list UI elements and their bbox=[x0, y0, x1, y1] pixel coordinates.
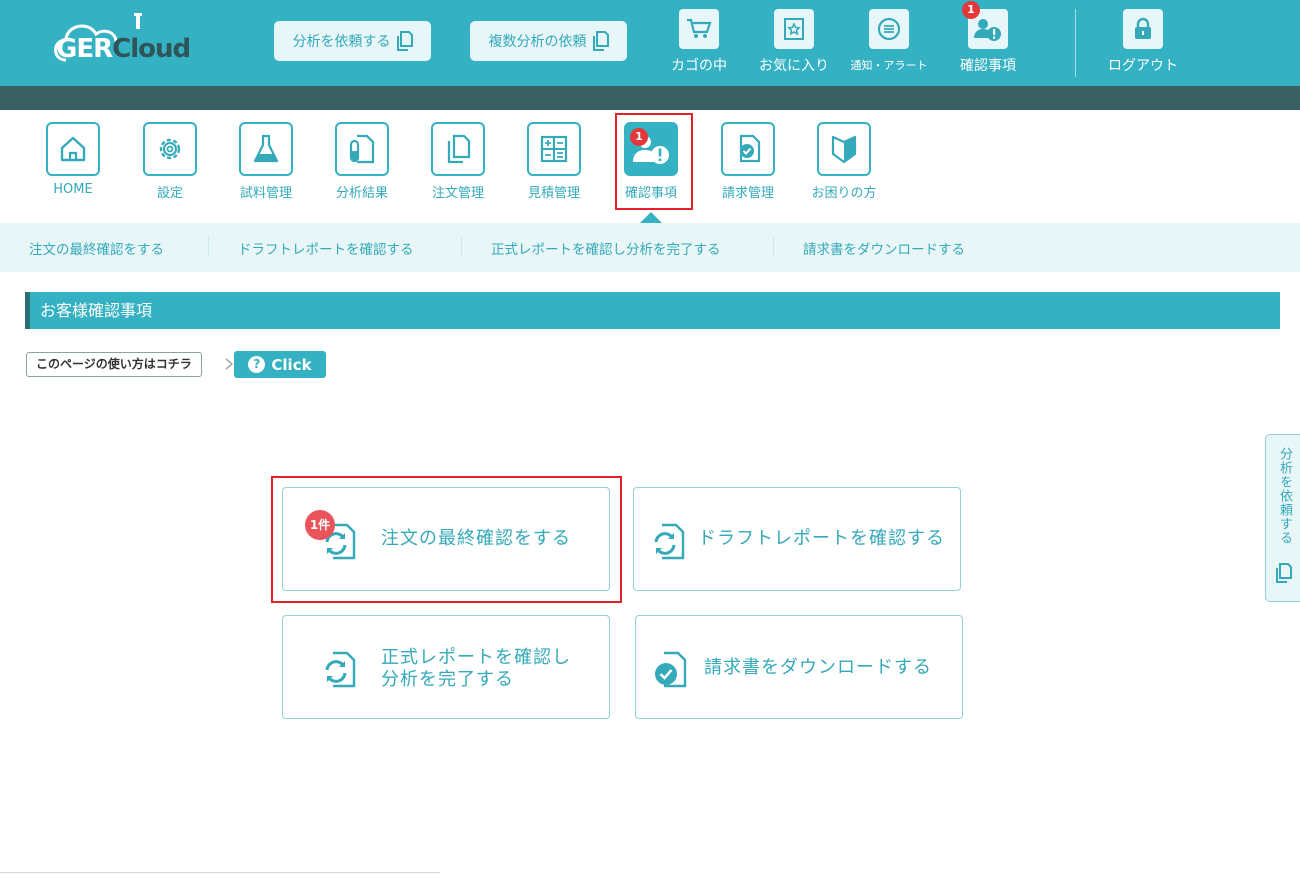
footer-divider bbox=[0, 872, 440, 873]
flask-icon bbox=[253, 134, 279, 163]
help-click-label: Click bbox=[271, 355, 312, 374]
refresh-doc-icon bbox=[654, 523, 685, 560]
card-official-report-label: 正式レポートを確認し 分析を完了する bbox=[381, 647, 571, 691]
favorite-icon bbox=[784, 18, 804, 40]
nav-billing-label: 請求管理 bbox=[721, 186, 774, 201]
test-tube-doc-icon bbox=[349, 134, 375, 164]
header-divider bbox=[1075, 9, 1076, 77]
gear-icon bbox=[159, 138, 181, 160]
copy-docs-icon bbox=[592, 31, 609, 51]
ger-cloud-logo[interactable]: GERCloud bbox=[48, 12, 198, 72]
nav-item-settings[interactable]: 設定 bbox=[125, 122, 215, 201]
cart-box bbox=[679, 9, 719, 49]
favorite-label: お気に入り bbox=[759, 58, 829, 74]
question-icon: ? bbox=[248, 356, 266, 373]
card-official-report-line1: 正式レポートを確認し bbox=[381, 647, 571, 668]
multi-analysis-label: 複数分析の依頼 bbox=[488, 34, 587, 50]
help-pointer-inner bbox=[225, 359, 231, 369]
nav-item-orders[interactable]: 注文管理 bbox=[413, 122, 503, 201]
logout-label: ログアウト bbox=[1108, 58, 1178, 74]
favorite-box bbox=[774, 9, 814, 49]
lock-icon bbox=[1135, 17, 1151, 39]
side-request-analysis-tab[interactable]: 分析を依頼する bbox=[1265, 434, 1300, 602]
copy-docs-icon bbox=[1276, 563, 1292, 583]
card-draft-report[interactable]: ドラフトレポートを確認する bbox=[633, 487, 961, 591]
nav-settings-box bbox=[143, 122, 197, 176]
notification-box bbox=[869, 9, 909, 49]
nav-item-billing[interactable]: 請求管理 bbox=[703, 122, 793, 201]
nav-home-label: HOME bbox=[53, 182, 93, 197]
header-notification[interactable]: 通知・アラート bbox=[844, 9, 934, 73]
beginner-mark-icon bbox=[831, 135, 857, 164]
logo-ger: GER bbox=[56, 34, 113, 64]
subnav-invoice-download[interactable]: 請求書をダウンロードする bbox=[803, 238, 965, 258]
cart-icon bbox=[687, 18, 712, 38]
card-invoice-download-label: 請求書をダウンロードする bbox=[704, 657, 932, 678]
cart-label: カゴの中 bbox=[671, 58, 727, 74]
notification-label: 通知・アラート bbox=[850, 59, 928, 72]
logo-text: GERCloud bbox=[56, 34, 191, 64]
copy-docs-icon bbox=[447, 134, 471, 164]
confirm-label: 確認事項 bbox=[960, 58, 1016, 74]
nav-settings-label: 設定 bbox=[156, 186, 183, 201]
check-doc-icon bbox=[655, 651, 687, 688]
confirm-box: 1 bbox=[962, 1, 1008, 49]
logout-box bbox=[1123, 9, 1163, 49]
nav-orders-box bbox=[431, 122, 485, 176]
nav-item-samples[interactable]: 試料管理 bbox=[221, 122, 311, 201]
header-logout[interactable]: ログアウト bbox=[1098, 9, 1188, 75]
nav-item-estimates[interactable]: 見積管理 bbox=[509, 122, 599, 201]
subnav-official-report[interactable]: 正式レポートを確認し分析を完了する bbox=[491, 238, 721, 258]
multi-analysis-button[interactable]: 複数分析の依頼 bbox=[470, 21, 627, 61]
top-header: GERCloud 分析を依頼する 複数分析の依頼 カゴの中 お気に入り 通知・ア… bbox=[0, 0, 1300, 86]
page-title: お客様確認事項 bbox=[25, 292, 1280, 329]
nav-samples-label: 試料管理 bbox=[239, 186, 292, 201]
request-analysis-button[interactable]: 分析を依頼する bbox=[274, 21, 431, 61]
nav-samples-box bbox=[239, 122, 293, 176]
calculator-icon bbox=[540, 135, 568, 163]
logo-cloud: Cloud bbox=[112, 34, 191, 64]
card-official-report-line2: 分析を完了する bbox=[381, 669, 514, 690]
copy-docs-icon bbox=[396, 31, 413, 51]
sub-nav: 注文の最終確認をする ドラフトレポートを確認する 正式レポートを確認し分析を完了… bbox=[0, 223, 1300, 272]
invoice-check-icon bbox=[739, 134, 761, 163]
side-tab-label: 分析を依頼する bbox=[1277, 447, 1292, 545]
pending-count-badge: 1件 bbox=[305, 510, 335, 540]
nav-estimates-box bbox=[527, 122, 581, 176]
nav-item-home[interactable]: HOME bbox=[28, 122, 118, 197]
nav-billing-box bbox=[721, 122, 775, 176]
nav-orders-label: 注文管理 bbox=[431, 186, 484, 201]
nav-item-results[interactable]: 分析結果 bbox=[317, 122, 407, 201]
header-dark-strip bbox=[0, 86, 1300, 110]
nav-results-label: 分析結果 bbox=[335, 186, 388, 201]
header-cart[interactable]: カゴの中 bbox=[654, 9, 744, 75]
header-favorite[interactable]: お気に入り bbox=[749, 9, 839, 75]
subnav-final-order-check[interactable]: 注文の最終確認をする bbox=[29, 238, 164, 258]
active-nav-highlight bbox=[615, 113, 693, 210]
nav-estimates-label: 見積管理 bbox=[527, 186, 580, 201]
nav-results-box bbox=[335, 122, 389, 176]
card-draft-report-label: ドラフトレポートを確認する bbox=[698, 528, 945, 549]
card-invoice-download[interactable]: 請求書をダウンロードする bbox=[635, 615, 963, 719]
request-analysis-label: 分析を依頼する bbox=[292, 34, 391, 50]
notification-icon bbox=[877, 17, 901, 41]
header-confirm[interactable]: 1 確認事項 bbox=[943, 1, 1033, 75]
help-click-button[interactable]: ? Click bbox=[234, 351, 326, 378]
confirm-badge: 1 bbox=[962, 1, 980, 19]
nav-home-box bbox=[46, 122, 100, 176]
subnav-draft-report[interactable]: ドラフトレポートを確認する bbox=[238, 238, 414, 258]
confirm-user-icon bbox=[974, 19, 1001, 41]
subnav-divider bbox=[461, 237, 462, 257]
help-text: このページの使い方はコチラ bbox=[26, 352, 202, 377]
nav-help-label: お困りの方 bbox=[811, 186, 877, 201]
card-official-report[interactable]: 正式レポートを確認し 分析を完了する bbox=[282, 615, 610, 719]
refresh-doc-icon bbox=[325, 651, 356, 688]
home-icon bbox=[60, 136, 86, 162]
subnav-divider bbox=[208, 237, 209, 257]
active-nav-pointer bbox=[640, 212, 662, 223]
nav-item-help[interactable]: お困りの方 bbox=[799, 122, 889, 201]
subnav-divider bbox=[773, 237, 774, 257]
nav-help-box bbox=[817, 122, 871, 176]
